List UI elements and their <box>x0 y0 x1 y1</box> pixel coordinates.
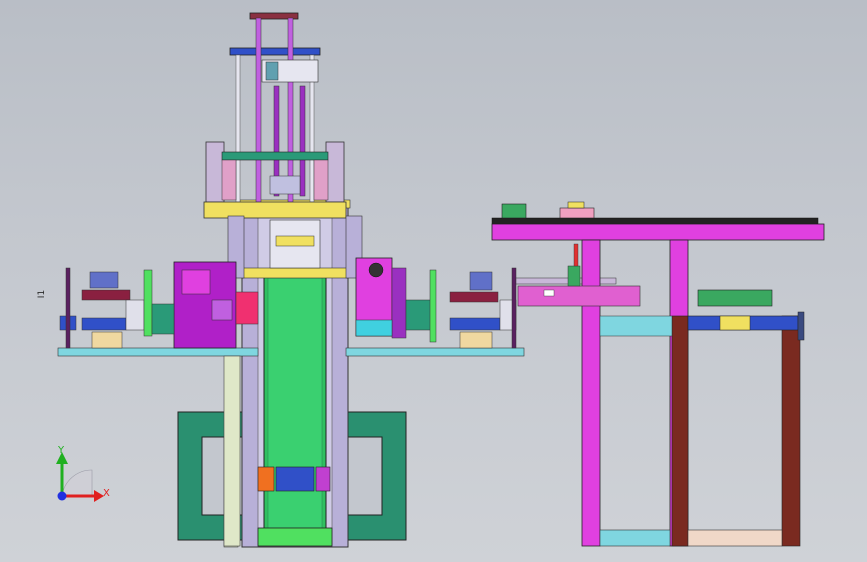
upper-tower <box>203 12 347 219</box>
side-tag: I1 <box>37 289 48 299</box>
right-gantry <box>491 201 825 547</box>
cad-viewport[interactable]: Y X I1 <box>0 0 867 562</box>
y-axis-label: Y <box>57 445 65 456</box>
left-station <box>57 261 259 547</box>
x-axis-label: X <box>103 488 110 499</box>
z-axis-dot <box>57 491 67 501</box>
assembly-drawing[interactable]: Y X <box>0 0 867 562</box>
coordinate-triad: Y X <box>56 445 110 502</box>
